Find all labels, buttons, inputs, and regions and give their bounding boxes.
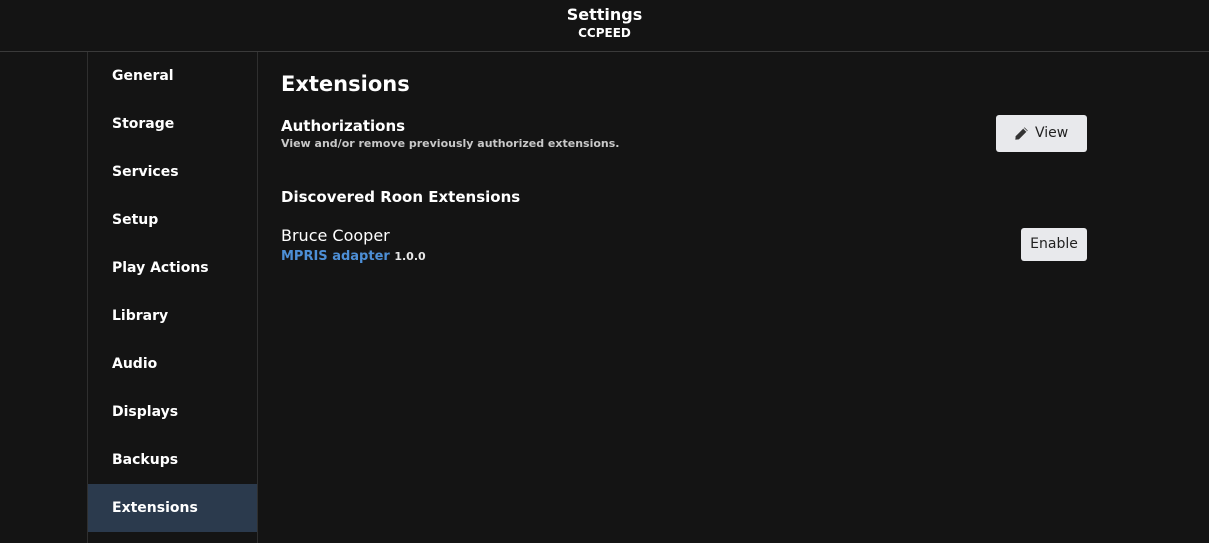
sidebar-item-backups[interactable]: Backups xyxy=(88,436,257,484)
view-button-label: View xyxy=(1035,125,1069,141)
sidebar-item-services[interactable]: Services xyxy=(88,148,257,196)
sidebar-item-label: Play Actions xyxy=(112,260,209,276)
sidebar-item-storage[interactable]: Storage xyxy=(88,100,257,148)
sidebar-item-label: Displays xyxy=(112,404,179,420)
enable-button[interactable]: Enable xyxy=(1021,228,1087,261)
sidebar-item-label: Backups xyxy=(112,452,179,468)
extension-version: 1.0.0 xyxy=(394,250,426,263)
sidebar-item-label: Storage xyxy=(112,116,175,132)
sidebar-item-label: Library xyxy=(112,308,169,324)
sidebar-item-label: Services xyxy=(112,164,179,180)
sidebar-item-audio[interactable]: Audio xyxy=(88,340,257,388)
sidebar-item-displays[interactable]: Displays xyxy=(88,388,257,436)
app-header: Settings CCPEED xyxy=(0,0,1209,52)
sidebar-item-setup[interactable]: Setup xyxy=(88,196,257,244)
view-button[interactable]: View xyxy=(996,115,1087,152)
core-name: CCPEED xyxy=(578,26,631,40)
sidebar-item-library[interactable]: Library xyxy=(88,292,257,340)
sidebar-item-label: General xyxy=(112,68,174,84)
authorizations-description: View and/or remove previously authorized… xyxy=(281,137,620,150)
extension-link[interactable]: MPRIS adapter 1.0.0 xyxy=(281,248,426,265)
section-title: Extensions xyxy=(281,72,410,96)
main-content: Extensions Authorizations View and/or re… xyxy=(257,52,1209,543)
authorizations-title: Authorizations xyxy=(281,117,406,135)
sidebar-item-extensions[interactable]: Extensions xyxy=(88,484,257,532)
sidebar-item-label: Extensions xyxy=(112,500,198,516)
extension-name[interactable]: MPRIS adapter xyxy=(281,249,390,264)
settings-sidebar: General Storage Services Setup Play Acti… xyxy=(87,52,258,543)
discovered-extensions-title: Discovered Roon Extensions xyxy=(281,188,521,206)
page-title: Settings xyxy=(566,5,643,24)
sidebar-item-label: Setup xyxy=(112,212,159,228)
sidebar-item-general[interactable]: General xyxy=(88,52,257,100)
sidebar-item-label: Audio xyxy=(112,356,158,372)
extension-author: Bruce Cooper xyxy=(281,226,390,245)
sidebar-item-play-actions[interactable]: Play Actions xyxy=(88,244,257,292)
pencil-icon xyxy=(1015,127,1028,140)
